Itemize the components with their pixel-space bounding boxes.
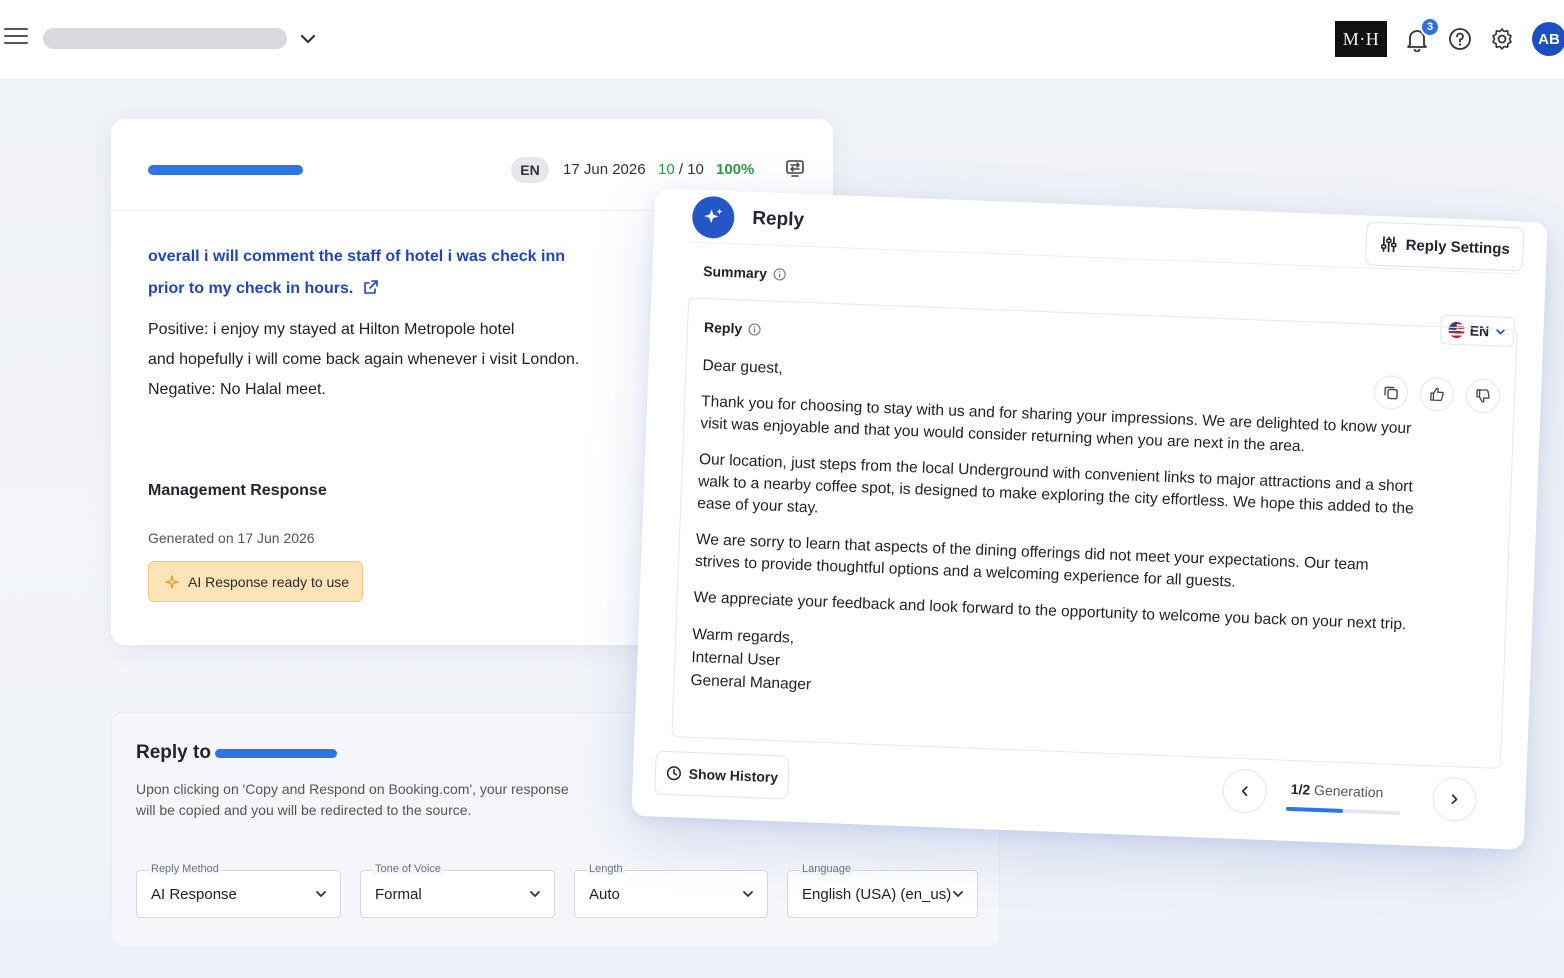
thumbs-down-icon — [1476, 389, 1490, 403]
translate-icon[interactable] — [784, 157, 806, 179]
generation-current: 1/2 — [1290, 780, 1311, 798]
tone-of-voice-select[interactable]: Tone of Voice Formal — [360, 863, 555, 918]
info-icon[interactable] — [748, 323, 761, 336]
sparkle-icon — [165, 574, 179, 589]
reply-method-label: Reply Method — [149, 863, 221, 875]
reply-method-value: AI Response — [151, 886, 237, 903]
review-title-line1: overall i will comment the staff of hote… — [148, 248, 565, 265]
reply-settings-label: Reply Settings — [1405, 236, 1511, 258]
sliders-icon — [1380, 236, 1397, 253]
info-icon[interactable] — [773, 268, 786, 281]
reply-settings-button[interactable]: Reply Settings — [1364, 221, 1525, 272]
reply-label: Reply — [703, 319, 743, 337]
show-history-button[interactable]: Show History — [654, 750, 790, 800]
chevron-down-icon — [743, 891, 753, 897]
summary-label: Summary — [702, 262, 768, 282]
thumbs-down-button[interactable] — [1465, 378, 1501, 414]
language-label: Language — [800, 863, 853, 875]
tone-of-voice-value: Formal — [375, 886, 422, 903]
review-body: Positive: i enjoy my stayed at Hilton Me… — [148, 315, 628, 405]
reviewer-name-placeholder — [148, 165, 303, 175]
chevron-right-icon — [1451, 794, 1458, 805]
reply-editor[interactable]: Reply Dear guest, Thank you for choosing… — [671, 297, 1518, 769]
reply-label-wrap: Reply — [704, 319, 762, 337]
sparkle-icon — [704, 208, 723, 224]
length-select[interactable]: Length Auto — [574, 863, 768, 918]
chevron-down-icon[interactable] — [298, 30, 318, 48]
ai-response-ready-badge[interactable]: AI Response ready to use — [148, 561, 363, 602]
review-positive-cont: and hopefully i will come back again whe… — [148, 351, 580, 368]
tone-of-voice-label: Tone of Voice — [373, 863, 444, 875]
review-negative: Negative: No Halal meet. — [148, 381, 326, 398]
reply-paragraph: Our location, just steps from the local … — [696, 450, 1414, 518]
length-label: Length — [587, 863, 625, 875]
ai-response-ready-label: AI Response ready to use — [188, 573, 350, 590]
chevron-down-icon — [953, 891, 963, 897]
chevron-left-icon — [1241, 786, 1248, 797]
management-response-title: Management Response — [148, 482, 327, 499]
reply-method-select[interactable]: Reply Method AI Response — [136, 863, 341, 918]
review-percent: 100% — [716, 161, 755, 178]
language-badge: EN — [511, 157, 549, 183]
reply-to-name-placeholder — [215, 749, 337, 758]
generation-progress-fill — [1285, 806, 1344, 813]
menu-icon[interactable] — [4, 28, 28, 48]
review-date: 17 Jun 2026 — [563, 161, 646, 178]
reply-panel-title: Reply — [751, 207, 805, 231]
thumbs-up-icon — [1430, 387, 1444, 402]
review-title[interactable]: overall i will comment the staff of hote… — [148, 241, 588, 305]
review-title-line2-wrap: prior to my check in hours. — [148, 273, 588, 305]
top-bar: M·H 3 AB — [0, 0, 1564, 80]
brand-logo: M·H — [1335, 21, 1387, 57]
review-score: 10 / 10 — [658, 161, 704, 178]
property-selector[interactable] — [43, 28, 287, 49]
length-value: Auto — [589, 886, 620, 903]
score-value: 10 — [658, 161, 675, 178]
previous-generation-button[interactable] — [1221, 768, 1268, 814]
external-link-icon[interactable] — [363, 279, 379, 295]
reply-text: Dear guest, Thank you for choosing to st… — [690, 355, 1422, 719]
notification-badge: 3 — [1420, 17, 1440, 37]
review-title-line2: prior to my check in hours. — [148, 280, 354, 297]
avatar[interactable]: AB — [1532, 22, 1564, 56]
ai-sparkle-badge — [691, 195, 736, 240]
generated-date: Generated on 17 Jun 2026 — [148, 530, 315, 546]
generation-counter: 1/2 Generation — [1290, 781, 1383, 801]
score-scale: / 10 — [674, 161, 704, 178]
generation-progress-track — [1285, 806, 1401, 816]
reply-to-description: Upon clicking on 'Copy and Respond on Bo… — [136, 781, 569, 818]
chevron-down-icon — [530, 891, 540, 897]
generation-word: Generation — [1309, 781, 1384, 801]
reply-panel: Reply Reply Settings Summary EN Reply De… — [631, 188, 1548, 850]
next-generation-button[interactable] — [1431, 776, 1478, 823]
chevron-down-icon — [316, 891, 326, 897]
language-select[interactable]: Language English (USA) (en_us) — [787, 863, 978, 918]
show-history-label: Show History — [688, 765, 779, 786]
reply-to-title: Reply to — [136, 742, 211, 763]
reply-paragraph: Thank you for choosing to stay with us a… — [700, 393, 1412, 456]
summary-label-wrap: Summary — [703, 263, 786, 282]
gear-icon[interactable] — [1489, 26, 1515, 52]
review-positive: Positive: i enjoy my stayed at Hilton Me… — [148, 321, 515, 338]
thumbs-up-button[interactable] — [1419, 376, 1455, 412]
help-icon[interactable] — [1447, 26, 1473, 52]
reply-paragraph: We are sorry to learn that aspects of th… — [694, 530, 1369, 591]
clock-icon — [666, 766, 681, 781]
language-value: English (USA) (en_us) — [802, 886, 952, 903]
